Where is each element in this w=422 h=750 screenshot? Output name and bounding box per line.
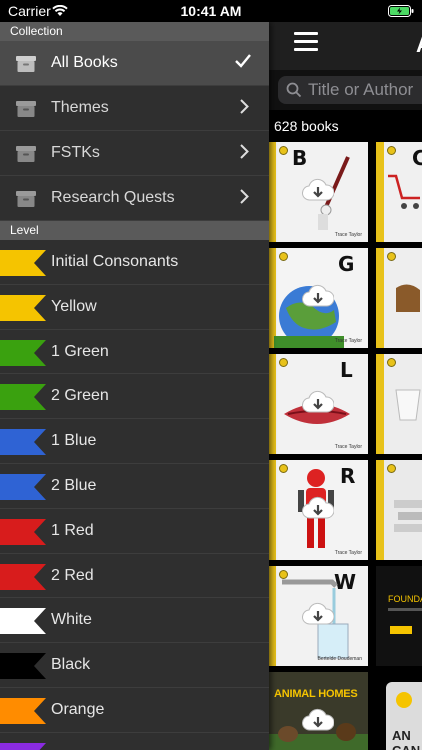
level-item[interactable]: Orange bbox=[0, 687, 269, 733]
search-bar: Title or Author bbox=[268, 70, 422, 110]
search-icon bbox=[286, 82, 302, 103]
book-author: Trace Taylor bbox=[334, 232, 362, 238]
level-item[interactable]: 2 Blue bbox=[0, 463, 269, 509]
book-cover[interactable]: FOUNDA bbox=[376, 566, 422, 666]
chevron-right-icon bbox=[240, 144, 249, 164]
book-cover[interactable]: AN CAN bbox=[386, 682, 422, 750]
download-icon[interactable] bbox=[302, 602, 335, 633]
book-cover[interactable]: ANIMAL HOMES bbox=[268, 672, 368, 750]
level-item[interactable]: 2 Green bbox=[0, 374, 269, 420]
book-cover[interactable]: L Trace Taylor bbox=[268, 354, 368, 454]
level-list: Initial Consonants Yellow 1 Green 2 Green 1 … bbox=[0, 240, 269, 750]
check-icon bbox=[235, 52, 251, 73]
level-flag-icon bbox=[0, 384, 46, 415]
level-flag-icon bbox=[0, 697, 46, 729]
book-title: AN CAN bbox=[392, 728, 420, 750]
book-cover[interactable]: B Trace Taylor bbox=[268, 142, 368, 242]
level-flag-icon bbox=[0, 518, 46, 550]
book-cover[interactable] bbox=[376, 248, 422, 348]
download-icon[interactable] bbox=[302, 390, 335, 421]
level-item[interactable]: White bbox=[0, 598, 269, 644]
menu-icon[interactable] bbox=[294, 32, 318, 52]
collection-item-label: All Books bbox=[51, 54, 118, 71]
level-flag-icon bbox=[0, 473, 46, 505]
book-cover[interactable]: R Trace Taylor bbox=[268, 460, 368, 560]
status-bar: Carrier 10:41 AM bbox=[0, 0, 422, 22]
book-author: Trace Taylor bbox=[334, 444, 362, 450]
level-flag-icon bbox=[0, 608, 46, 639]
archive-box-icon bbox=[15, 55, 37, 78]
level-item-label: 2 Blue bbox=[51, 476, 97, 494]
nav-title: A bbox=[416, 32, 422, 58]
book-cover[interactable]: W Bertelde Doudeman bbox=[268, 566, 368, 666]
level-item-label: 1 Red bbox=[51, 521, 94, 539]
level-header: Level bbox=[0, 221, 269, 240]
level-item-label: White bbox=[51, 611, 92, 629]
level-item[interactable]: 1 Blue bbox=[0, 419, 269, 464]
search-placeholder: Title or Author bbox=[308, 80, 414, 99]
level-item-label: Initial Consonants bbox=[51, 253, 179, 270]
book-cover[interactable]: C bbox=[376, 142, 422, 242]
level-item-label: Black bbox=[51, 656, 91, 674]
collection-item-themes[interactable]: Themes bbox=[0, 86, 269, 131]
book-author: Trace Taylor bbox=[334, 338, 362, 344]
nav-bar: A bbox=[268, 22, 422, 70]
book-count: 628 books bbox=[274, 118, 339, 134]
level-item-label: Orange bbox=[51, 700, 105, 718]
book-title: FOUNDA bbox=[388, 594, 422, 604]
download-icon[interactable] bbox=[302, 708, 335, 739]
level-item[interactable]: 1 Green bbox=[0, 329, 269, 375]
chevron-right-icon bbox=[240, 189, 249, 209]
level-item[interactable]: Yellow bbox=[0, 284, 269, 330]
search-input[interactable]: Title or Author bbox=[278, 76, 422, 104]
level-item[interactable]: 1 Red bbox=[0, 508, 269, 554]
level-item[interactable]: 2 Red bbox=[0, 553, 269, 599]
book-letter: R bbox=[340, 464, 356, 488]
book-grid: B Trace Taylor G Trace Taylor L Trace Ta… bbox=[268, 142, 422, 750]
collection-item-fstks[interactable]: FSTKs bbox=[0, 131, 269, 176]
clock: 10:41 AM bbox=[180, 3, 242, 19]
level-item[interactable]: Initial Consonants bbox=[0, 240, 269, 285]
book-cover[interactable]: G Trace Taylor bbox=[268, 248, 368, 348]
book-cover[interactable] bbox=[376, 354, 422, 454]
level-flag-icon bbox=[0, 563, 46, 595]
book-letter: L bbox=[340, 358, 353, 382]
chevron-right-icon bbox=[240, 99, 249, 119]
level-flag-icon bbox=[0, 250, 46, 281]
side-drawer: Collection All Books Themes FSTKs Resear… bbox=[0, 22, 269, 750]
collection-item-label: FSTKs bbox=[51, 144, 100, 161]
battery-icon bbox=[388, 4, 414, 22]
level-flag-icon bbox=[0, 429, 46, 460]
book-author: Bertelde Doudeman bbox=[317, 656, 362, 662]
archive-box-icon bbox=[15, 145, 37, 168]
book-letter: G bbox=[338, 252, 355, 276]
level-item-label: 2 Red bbox=[51, 566, 94, 584]
level-flag-icon bbox=[0, 294, 46, 326]
collection-item-research-quests[interactable]: Research Quests bbox=[0, 176, 269, 221]
download-icon[interactable] bbox=[302, 178, 335, 209]
book-author: Trace Taylor bbox=[334, 550, 362, 556]
level-item[interactable] bbox=[0, 732, 269, 750]
level-item-label: Yellow bbox=[51, 297, 97, 315]
book-title: ANIMAL HOMES bbox=[274, 688, 358, 700]
archive-box-icon bbox=[15, 190, 37, 213]
book-letter: B bbox=[292, 146, 308, 170]
download-icon[interactable] bbox=[302, 496, 335, 527]
download-icon[interactable] bbox=[302, 284, 335, 315]
book-letter: C bbox=[412, 146, 422, 170]
collection-item-label: Themes bbox=[51, 99, 109, 116]
level-flag-icon bbox=[0, 742, 46, 750]
collection-header: Collection bbox=[0, 22, 269, 41]
level-flag-icon bbox=[0, 339, 46, 371]
level-item-label: 1 Blue bbox=[51, 432, 97, 450]
archive-box-icon bbox=[15, 100, 37, 123]
level-item-label: 1 Green bbox=[51, 342, 109, 360]
book-cover[interactable] bbox=[376, 460, 422, 560]
level-flag-icon bbox=[0, 653, 46, 684]
collection-item-all-books[interactable]: All Books bbox=[0, 41, 269, 86]
collection-item-label: Research Quests bbox=[51, 189, 175, 206]
level-item[interactable]: Black bbox=[0, 643, 269, 688]
level-item-label: 2 Green bbox=[51, 387, 109, 405]
